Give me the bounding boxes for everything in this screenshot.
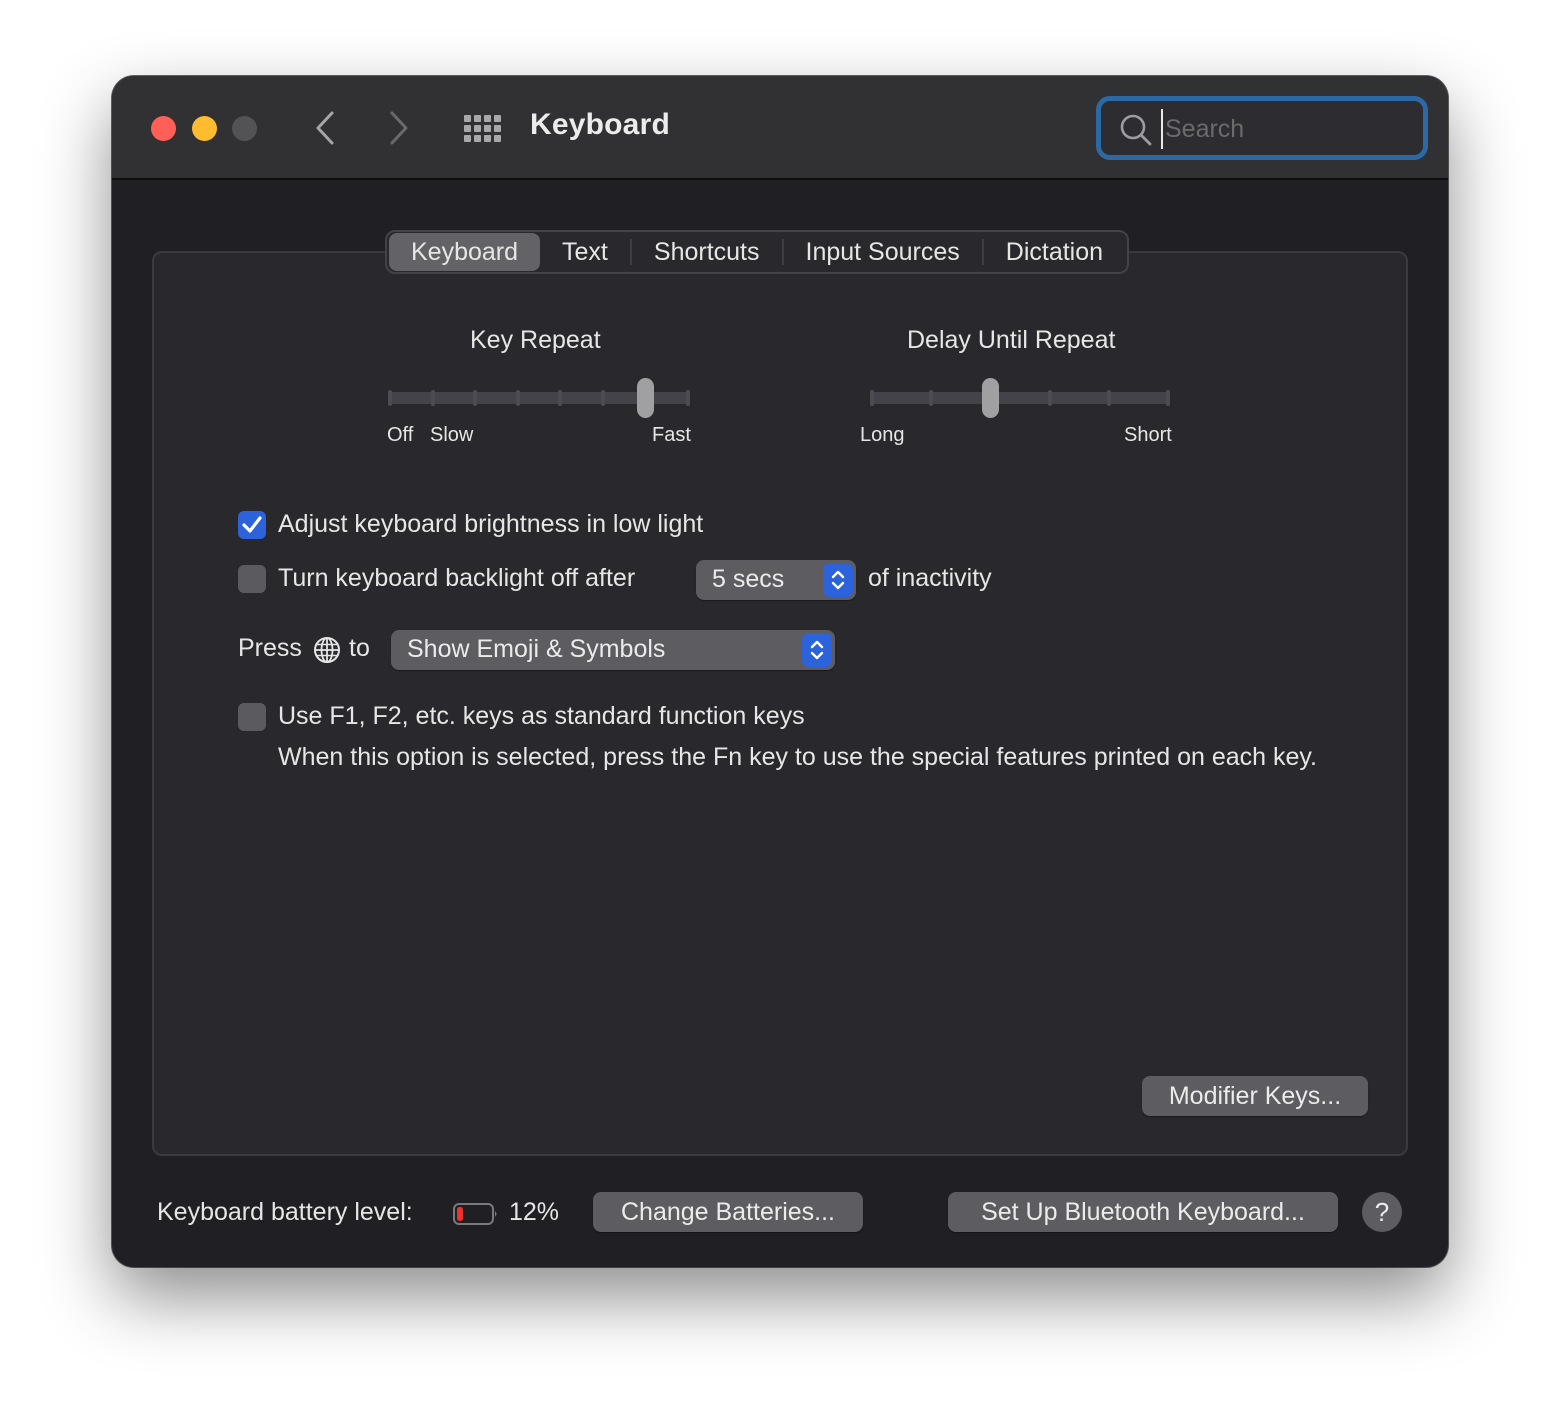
slider-tick — [1106, 390, 1111, 406]
adjust-brightness-checkbox[interactable] — [238, 511, 266, 539]
search-field[interactable] — [1096, 96, 1428, 160]
slider-tick — [430, 390, 435, 406]
grid-dot — [464, 115, 471, 122]
adjust-brightness-label: Adjust keyboard brightness in low light — [278, 510, 704, 538]
setup-bluetooth-keyboard-button[interactable]: Set Up Bluetooth Keyboard... — [948, 1192, 1338, 1232]
grid-dot — [494, 115, 501, 122]
forward-button[interactable] — [384, 110, 414, 146]
zoom-window-button[interactable] — [232, 116, 257, 141]
modifier-keys-button[interactable]: Modifier Keys... — [1142, 1076, 1368, 1116]
tab-label: Text — [562, 237, 608, 266]
grid-dot — [474, 135, 481, 142]
tab-label: Shortcuts — [653, 237, 760, 266]
globe-icon — [314, 637, 340, 663]
up-down-chevron-icon — [831, 570, 845, 590]
backlight-timeout-popup[interactable]: 5 secs — [696, 560, 856, 600]
slider-knob[interactable] — [636, 378, 654, 418]
key-repeat-slow-label: Slow — [430, 424, 474, 446]
tab-label: Dictation — [1005, 237, 1104, 266]
grid-dot — [464, 125, 471, 132]
function-keys-description: When this option is selected, press the … — [278, 743, 1318, 771]
globe-key-action-value: Show Emoji & Symbols — [407, 635, 666, 663]
checkmark-icon — [242, 516, 262, 533]
button-label: Modifier Keys... — [1168, 1081, 1342, 1110]
backlight-off-label: Turn keyboard backlight off after — [278, 564, 636, 592]
tab-label: Keyboard — [411, 237, 519, 266]
change-batteries-button[interactable]: Change Batteries... — [593, 1192, 863, 1232]
of-inactivity-label: of inactivity — [868, 564, 992, 592]
button-label: Change Batteries... — [620, 1197, 835, 1226]
slider-tick — [1047, 390, 1052, 406]
slider-tick — [600, 390, 605, 406]
delay-short-label: Short — [1124, 424, 1172, 446]
key-repeat-fast-label: Fast — [652, 424, 691, 446]
slider-tick — [686, 390, 690, 406]
slider-tick — [929, 390, 934, 406]
backlight-off-checkbox[interactable] — [238, 565, 266, 593]
slider-tick — [558, 390, 563, 406]
grid-dot — [464, 135, 471, 142]
function-keys-label: Use F1, F2, etc. keys as standard functi… — [278, 702, 805, 730]
search-input[interactable] — [1161, 109, 1411, 149]
slider-tick — [388, 390, 392, 406]
grid-dot — [474, 125, 481, 132]
to-label: to — [349, 634, 370, 662]
press-label: Press — [238, 634, 302, 662]
popup-stepper — [802, 633, 832, 667]
grid-dot — [494, 125, 501, 132]
tab-dictation[interactable]: Dictation — [984, 233, 1125, 271]
backlight-timeout-value: 5 secs — [712, 565, 785, 593]
chevron-right-icon — [390, 111, 408, 145]
function-keys-checkbox[interactable] — [238, 703, 266, 731]
key-repeat-title: Key Repeat — [470, 326, 601, 354]
window-title: Keyboard — [530, 108, 670, 141]
grid-dot — [494, 135, 501, 142]
grid-dot — [484, 125, 491, 132]
help-icon: ? — [1374, 1196, 1390, 1227]
slider-tick — [870, 390, 874, 406]
grid-dot — [484, 115, 491, 122]
chevron-left-icon — [316, 111, 334, 145]
grid-dot — [474, 115, 481, 122]
slider-knob[interactable] — [981, 378, 999, 418]
battery-percent: 12% — [509, 1198, 560, 1226]
key-repeat-off-label: Off — [387, 424, 414, 446]
tab-bar: Keyboard Text Shortcuts Input Sources Di… — [385, 230, 1130, 274]
delay-until-repeat-title: Delay Until Repeat — [907, 326, 1116, 354]
slider-tick — [473, 390, 478, 406]
slider-tick — [515, 390, 520, 406]
back-button[interactable] — [310, 110, 340, 146]
grid-dot — [484, 135, 491, 142]
popup-stepper — [823, 563, 853, 597]
tab-text[interactable]: Text — [540, 233, 630, 271]
delay-until-repeat-slider[interactable] — [870, 378, 1170, 418]
minimize-window-button[interactable] — [192, 116, 217, 141]
up-down-chevron-icon — [810, 640, 824, 660]
close-window-button[interactable] — [151, 116, 176, 141]
titlebar: Keyboard — [112, 76, 1448, 180]
tab-label: Input Sources — [805, 237, 960, 266]
show-all-grid-icon[interactable] — [464, 115, 502, 142]
tab-keyboard[interactable]: Keyboard — [389, 233, 541, 271]
button-label: Set Up Bluetooth Keyboard... — [981, 1197, 1305, 1226]
globe-key-action-popup[interactable]: Show Emoji & Symbols — [391, 630, 835, 670]
keyboard-preferences-window: Keyboard Keyboard Text Shortcuts Input S… — [112, 76, 1448, 1267]
slider-tick — [1166, 390, 1170, 406]
battery-level-label: Keyboard battery level: — [157, 1198, 413, 1226]
search-icon — [1120, 114, 1152, 146]
key-repeat-slider[interactable] — [388, 378, 690, 418]
tab-shortcuts[interactable]: Shortcuts — [632, 233, 782, 271]
help-button[interactable]: ? — [1362, 1192, 1402, 1232]
tab-input-sources[interactable]: Input Sources — [784, 233, 982, 271]
delay-long-label: Long — [860, 424, 905, 446]
battery-icon — [453, 1203, 497, 1225]
